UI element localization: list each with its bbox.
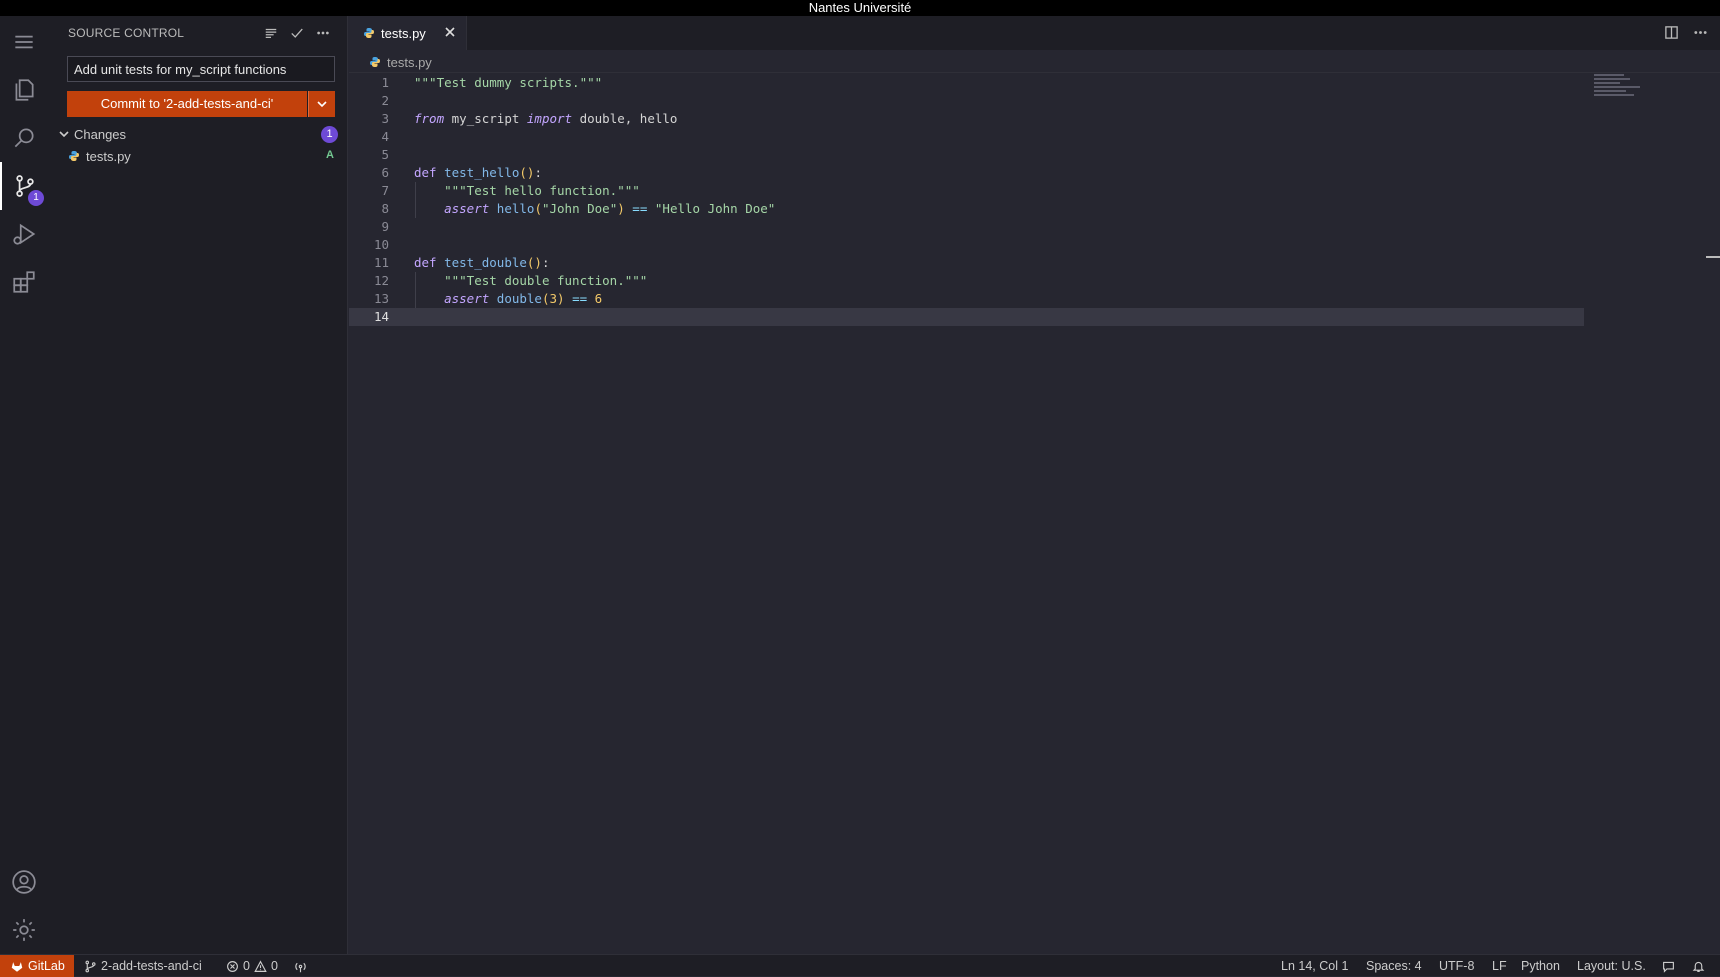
split-editor-button[interactable]	[1664, 25, 1679, 45]
tab-label: tests.py	[381, 25, 426, 41]
ports-button[interactable]	[294, 955, 311, 977]
code-line: 11 def test_double():	[373, 255, 550, 270]
menu-button[interactable]	[0, 18, 48, 66]
scrollbar-cursor-marker	[1706, 256, 1720, 258]
extensions-button[interactable]	[0, 258, 48, 306]
run-debug-button[interactable]	[0, 210, 48, 258]
explorer-button[interactable]	[0, 66, 48, 114]
breadcrumb-file: tests.py	[387, 54, 432, 70]
code-line-current: 14	[349, 308, 1584, 326]
indentation-setting[interactable]: Spaces: 4	[1366, 955, 1422, 977]
accounts-button[interactable]	[0, 858, 48, 906]
ellipsis-icon	[1694, 31, 1707, 34]
list-icon	[265, 28, 277, 39]
encoding-setting[interactable]: UTF-8	[1439, 955, 1474, 977]
keyboard-layout[interactable]: Layout: U.S.	[1577, 955, 1646, 977]
code-line: 13 assert double(3) == 6	[373, 290, 603, 308]
code-line: 6 def test_hello():	[381, 165, 542, 180]
warning-icon	[254, 959, 267, 972]
split-editor-icon	[1665, 26, 1678, 39]
editor-more-actions-button[interactable]	[1693, 25, 1708, 45]
activity-bar: 1	[0, 16, 48, 954]
changes-label: Changes	[74, 126, 127, 142]
gitlab-status-button[interactable]: GitLab	[0, 955, 74, 977]
chevron-down-icon	[59, 131, 69, 138]
commit-check-button[interactable]	[289, 24, 305, 42]
code-line: 5	[381, 147, 389, 162]
search-button[interactable]	[0, 114, 48, 162]
commit-button[interactable]: Commit to '2-add-tests-and-ci'	[67, 91, 307, 117]
python-file-icon	[370, 57, 380, 67]
manage-button[interactable]	[0, 906, 48, 954]
extensions-icon	[13, 271, 35, 293]
code-line: 7 """Test hello function."""	[381, 182, 640, 200]
check-icon	[291, 28, 303, 38]
source-control-badge: 1	[28, 190, 44, 206]
branch-name: 2-add-tests-and-ci	[101, 959, 202, 973]
code-line: 2	[381, 93, 389, 108]
file-status-added: A	[326, 149, 334, 161]
editor-area: tests.py tests.py 1 """Test dummy scripts…	[349, 16, 1720, 954]
more-actions-button[interactable]	[315, 24, 331, 42]
python-file-icon	[364, 28, 374, 38]
error-icon	[227, 960, 238, 972]
code-line: 3 from my_script import double, hello	[381, 111, 678, 126]
status-bar: GitLab 2-add-tests-and-ci 0 0 Ln 14, Col…	[0, 954, 1720, 977]
gitlab-label: GitLab	[28, 959, 65, 973]
tab-tests-py[interactable]: tests.py	[349, 16, 467, 50]
bell-icon	[1692, 961, 1705, 972]
notifications-button[interactable]	[1692, 955, 1709, 977]
changes-group-header[interactable]: Changes 1	[58, 124, 338, 144]
close-icon	[445, 27, 455, 37]
file-name: tests.py	[86, 148, 131, 164]
files-icon	[15, 79, 34, 101]
branch-icon	[85, 960, 96, 972]
window-title: Nantes Université	[0, 0, 1720, 16]
branch-indicator[interactable]: 2-add-tests-and-ci	[84, 955, 202, 977]
view-as-list-button[interactable]	[263, 24, 279, 42]
source-control-button[interactable]: 1	[0, 162, 48, 210]
python-file-icon	[69, 151, 79, 161]
source-control-panel: SOURCE CONTROL Commit to '2-add-tests-an…	[48, 16, 348, 954]
changes-count-badge: 1	[321, 126, 338, 143]
problems-indicator[interactable]: 0 0	[226, 955, 278, 977]
warning-count: 0	[270, 959, 278, 973]
code-editor[interactable]: 1 """Test dummy scripts.""" 2 3 from my_sc…	[349, 74, 1589, 326]
language-mode[interactable]: Python	[1521, 955, 1560, 977]
commit-message-input[interactable]	[67, 56, 335, 82]
feedback-icon	[1663, 961, 1674, 973]
menu-icon	[15, 35, 33, 49]
code-line: 8 assert hello("John Doe") == "Hello Joh…	[381, 200, 776, 218]
ellipsis-icon	[317, 31, 329, 35]
tab-bar: tests.py	[349, 16, 1720, 50]
search-icon	[14, 128, 34, 148]
code-line: 9	[381, 219, 389, 234]
commit-options-dropdown[interactable]	[308, 91, 335, 117]
run-debug-icon	[13, 223, 36, 245]
breadcrumb[interactable]: tests.py	[369, 52, 432, 72]
gear-icon	[13, 919, 35, 941]
chevron-down-icon	[317, 101, 327, 108]
code-line: 1 """Test dummy scripts."""	[381, 75, 603, 90]
code-line: 12 """Test double function."""	[373, 272, 648, 290]
code-line: 10	[373, 237, 389, 252]
minimap[interactable]	[1594, 74, 1654, 104]
error-count: 0	[243, 959, 250, 973]
code-line: 4	[381, 129, 389, 144]
gitlab-icon	[11, 962, 23, 972]
close-tab-button[interactable]	[444, 26, 458, 40]
account-icon	[12, 870, 36, 894]
feedback-button[interactable]	[1662, 955, 1679, 977]
broadcast-icon	[295, 962, 306, 972]
cursor-position[interactable]: Ln 14, Col 1	[1281, 955, 1348, 977]
eol-setting[interactable]: LF	[1492, 955, 1507, 977]
changed-file-item[interactable]: tests.py A	[68, 146, 338, 166]
panel-title: SOURCE CONTROL	[68, 26, 185, 40]
